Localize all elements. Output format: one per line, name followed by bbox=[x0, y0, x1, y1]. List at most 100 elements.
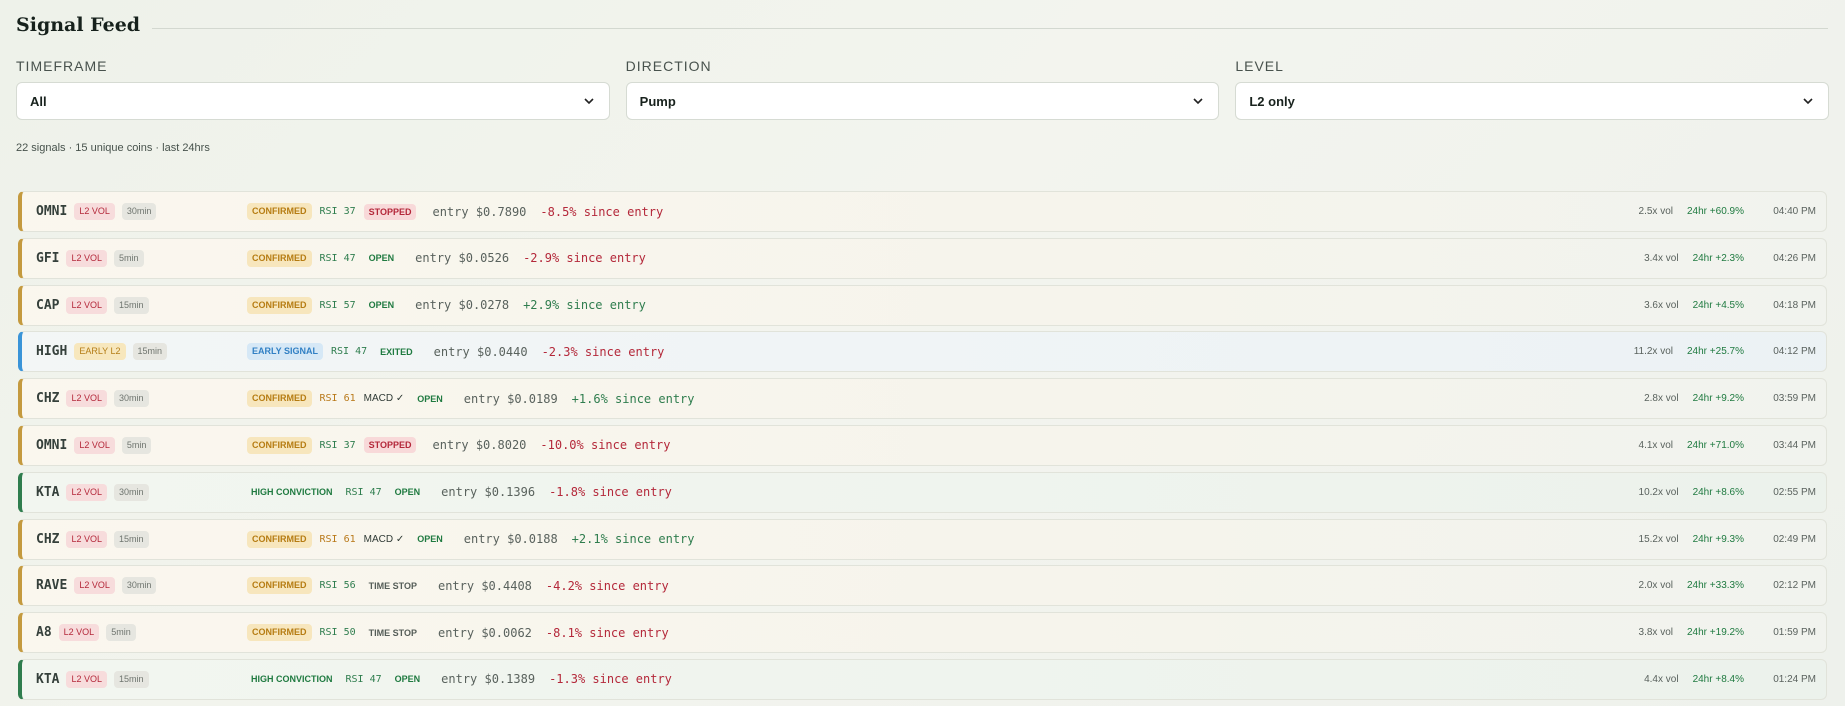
change-24h: 24hr +4.5% bbox=[1692, 299, 1744, 311]
level-badge: L2 VOL bbox=[58, 624, 100, 642]
signal-metrics: 2.8x vol 24hr +9.2% 03:59 PM bbox=[1644, 379, 1816, 418]
signal-time: 03:44 PM bbox=[1773, 439, 1816, 451]
signal-summary: 22 signals · 15 unique coins · last 24hr… bbox=[16, 142, 210, 154]
level-value: L2 only bbox=[1249, 93, 1295, 109]
chevron-down-icon bbox=[1801, 94, 1815, 108]
status-badge: OPEN bbox=[394, 674, 421, 685]
signal-identity: GFI L2 VOL 5min bbox=[36, 239, 144, 278]
signal-time: 01:59 PM bbox=[1773, 627, 1816, 639]
signal-row[interactable]: CHZ L2 VOL 30min CONFIRMED RSI 61 MACD ✓ OPEN e… bbox=[18, 378, 1827, 420]
volume-multiple: 4.4x vol bbox=[1644, 673, 1679, 685]
timeframe-badge: 15min bbox=[114, 530, 149, 548]
signal-details: CONFIRMED RSI 37 STOPPED entry $0.8020 -10.0… bbox=[247, 426, 670, 465]
timeframe-badge: 15min bbox=[114, 296, 149, 314]
signal-details: EARLY SIGNAL RSI 47 EXITED entry $0.0440 -2.… bbox=[247, 332, 664, 371]
coin-symbol: CHZ bbox=[36, 391, 60, 407]
signal-details: CONFIRMED RSI 37 STOPPED entry $0.7890 -8.5%… bbox=[247, 192, 663, 231]
signal-identity: CHZ L2 VOL 30min bbox=[36, 379, 149, 418]
signal-time: 02:12 PM bbox=[1773, 580, 1816, 592]
signal-metrics: 3.4x vol 24hr +2.3% 04:26 PM bbox=[1644, 239, 1816, 278]
level-badge: L2 VOL bbox=[74, 436, 115, 454]
volume-multiple: 10.2x vol bbox=[1638, 486, 1679, 498]
rsi-value: RSI 47 bbox=[331, 346, 368, 358]
coin-symbol: GFI bbox=[36, 250, 60, 266]
coin-symbol: HIGH bbox=[36, 344, 68, 360]
timeframe-label: TIMEFRAME bbox=[16, 58, 108, 74]
direction-filter: DIRECTION Pump bbox=[625, 58, 1220, 120]
macd-indicator: MACD ✓ bbox=[363, 393, 405, 405]
volume-multiple: 2.0x vol bbox=[1638, 580, 1673, 592]
change-24h: 24hr +9.2% bbox=[1692, 393, 1744, 405]
signal-row[interactable]: KTA L2 VOL 30min HIGH CONVICTION RSI 47 OPEN e… bbox=[18, 471, 1827, 513]
level-badge: L2 VOL bbox=[66, 670, 108, 688]
change-24h: 24hr +2.3% bbox=[1692, 252, 1744, 264]
volume-multiple: 11.2x vol bbox=[1633, 346, 1673, 358]
coin-symbol: KTA bbox=[36, 484, 60, 500]
status-badge: OPEN bbox=[417, 534, 443, 545]
signal-time: 01:24 PM bbox=[1773, 673, 1816, 685]
change-since-entry: -4.2% since entry bbox=[545, 578, 669, 593]
status-badge: TIME STOP bbox=[368, 627, 417, 638]
signal-time: 04:26 PM bbox=[1773, 252, 1816, 264]
rsi-value: RSI 57 bbox=[319, 299, 356, 311]
level-select[interactable]: L2 only bbox=[1235, 82, 1830, 120]
signal-list: OMNI L2 VOL 30min CONFIRMED RSI 37 STOPPED ent… bbox=[18, 191, 1827, 706]
signal-row[interactable]: HIGH EARLY L2 15min EARLY SIGNAL RSI 47 EXITE… bbox=[18, 331, 1827, 373]
signal-identity: KTA L2 VOL 30min bbox=[36, 473, 149, 512]
entry-price: entry $0.8020 bbox=[432, 438, 527, 453]
change-24h: 24hr +25.7% bbox=[1687, 346, 1744, 358]
entry-price: entry $0.0062 bbox=[437, 625, 532, 640]
signal-row[interactable]: OMNI L2 VOL 30min CONFIRMED RSI 37 STOPPED ent… bbox=[18, 191, 1827, 232]
level-badge: L2 VOL bbox=[66, 249, 108, 267]
signal-identity: OMNI L2 VOL 30min bbox=[36, 192, 157, 231]
signal-row[interactable]: KTA L2 VOL 15min HIGH CONVICTION RSI 47 OPEN e… bbox=[18, 658, 1827, 700]
change-24h: 24hr +33.3% bbox=[1687, 580, 1744, 592]
direction-select[interactable]: Pump bbox=[625, 82, 1220, 120]
signal-metrics: 4.1x vol 24hr +71.0% 03:44 PM bbox=[1639, 426, 1816, 465]
signal-metrics: 4.4x vol 24hr +8.4% 01:24 PM bbox=[1644, 660, 1816, 699]
signal-metrics: 10.2x vol 24hr +8.6% 02:55 PM bbox=[1639, 473, 1816, 512]
status-badge: OPEN bbox=[417, 393, 443, 404]
timeframe-badge: 15min bbox=[132, 343, 168, 361]
signal-identity: CAP L2 VOL 15min bbox=[36, 286, 149, 325]
signal-row[interactable]: CAP L2 VOL 15min CONFIRMED RSI 57 OPEN entry $… bbox=[18, 284, 1827, 326]
signal-type-badge: CONFIRMED bbox=[247, 249, 312, 267]
signal-row[interactable]: OMNI L2 VOL 5min CONFIRMED RSI 37 STOPPED entr… bbox=[18, 424, 1827, 466]
signal-details: CONFIRMED RSI 47 OPEN entry $0.0526 -2.9% si… bbox=[247, 239, 646, 278]
signal-time: 02:55 PM bbox=[1773, 486, 1816, 498]
status-badge: STOPPED bbox=[363, 203, 417, 220]
change-since-entry: -2.9% since entry bbox=[523, 251, 646, 266]
change-since-entry: -10.0% since entry bbox=[540, 438, 671, 453]
change-24h: 24hr +71.0% bbox=[1687, 439, 1744, 451]
signal-row[interactable]: CHZ L2 VOL 15min CONFIRMED RSI 61 MACD ✓ OPEN e… bbox=[18, 518, 1827, 560]
volume-multiple: 3.4x vol bbox=[1644, 252, 1679, 264]
coin-symbol: A8 bbox=[36, 625, 52, 641]
signal-identity: KTA L2 VOL 15min bbox=[36, 660, 149, 699]
timeframe-value: All bbox=[30, 93, 47, 109]
signal-row[interactable]: RAVE L2 VOL 30min CONFIRMED RSI 56 TIME STOP e… bbox=[18, 565, 1827, 607]
coin-symbol: CAP bbox=[36, 297, 60, 313]
signal-metrics: 11.2x vol 24hr +25.7% 04:12 PM bbox=[1634, 332, 1816, 371]
signal-feed-page: Signal Feed TIMEFRAME All DIRECTION Pump… bbox=[0, 0, 1845, 706]
change-24h: 24hr +60.9% bbox=[1687, 206, 1744, 217]
signal-metrics: 2.5x vol 24hr +60.9% 04:40 PM bbox=[1639, 192, 1816, 231]
page-title: Signal Feed bbox=[16, 14, 141, 36]
signal-row[interactable]: GFI L2 VOL 5min CONFIRMED RSI 47 OPEN entry $0… bbox=[18, 237, 1827, 279]
signal-time: 04:40 PM bbox=[1773, 206, 1816, 217]
level-badge: L2 VOL bbox=[66, 296, 108, 314]
change-24h: 24hr +9.3% bbox=[1692, 533, 1744, 545]
entry-price: entry $0.4408 bbox=[437, 578, 532, 593]
timeframe-badge: 5min bbox=[106, 624, 136, 642]
timeframe-select[interactable]: All bbox=[16, 82, 610, 120]
signal-row[interactable]: A8 L2 VOL 5min CONFIRMED RSI 50 TIME STOP entr… bbox=[18, 612, 1827, 654]
rsi-value: RSI 56 bbox=[319, 580, 356, 592]
signal-type-badge: HIGH CONVICTION bbox=[251, 486, 333, 497]
status-badge: EXITED bbox=[380, 346, 413, 357]
signal-type-badge: CONFIRMED bbox=[247, 203, 312, 220]
change-since-entry: +1.6% since entry bbox=[571, 391, 695, 406]
title-divider bbox=[152, 27, 1828, 29]
rsi-value: RSI 61 bbox=[319, 393, 356, 405]
signal-metrics: 15.2x vol 24hr +9.3% 02:49 PM bbox=[1639, 520, 1816, 559]
signal-type-badge: CONFIRMED bbox=[247, 296, 312, 314]
level-badge: EARLY L2 bbox=[74, 343, 126, 361]
